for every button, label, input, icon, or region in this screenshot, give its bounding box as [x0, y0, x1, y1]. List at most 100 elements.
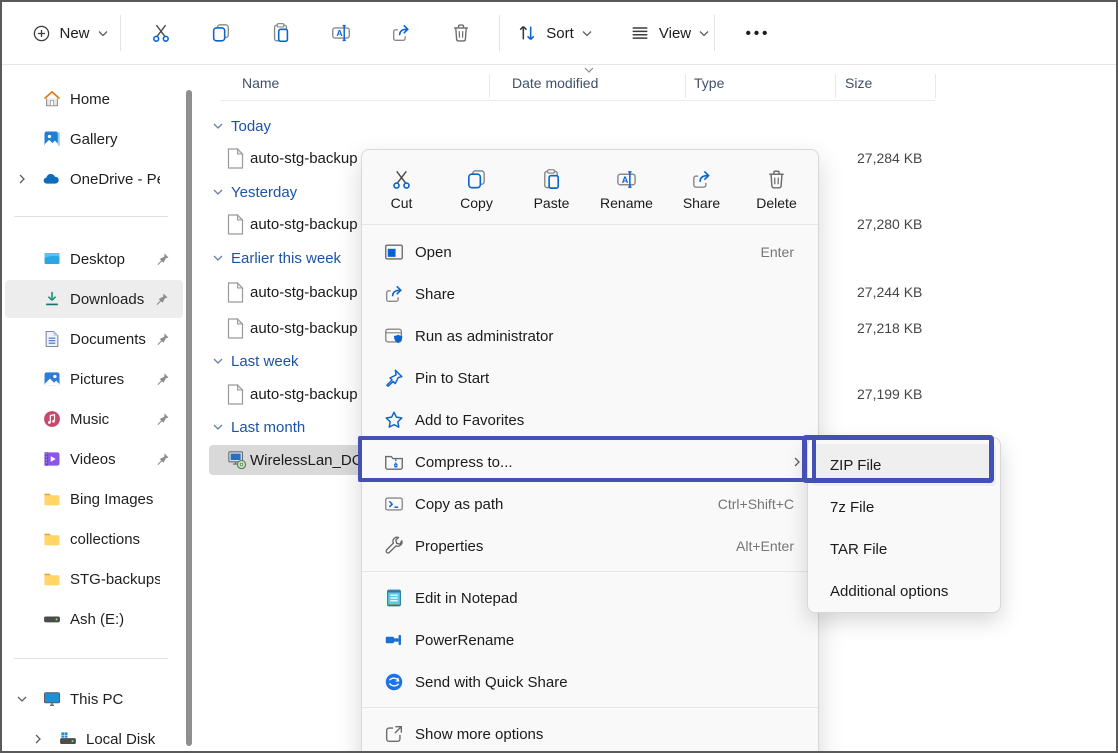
menu-item-send-with-quick-share[interactable]: Send with Quick Share [362, 661, 818, 703]
delete-menu-button[interactable]: Delete [739, 158, 814, 220]
sidebar-item-gallery[interactable]: Gallery [2, 120, 184, 158]
column-separator[interactable] [685, 74, 686, 98]
file-icon [227, 383, 244, 405]
chevron-down-icon [17, 696, 27, 702]
file-icon [227, 317, 244, 339]
submenu-item-tar-file[interactable]: TAR File [812, 528, 996, 570]
rename-menu-button[interactable]: A Rename [589, 158, 664, 220]
sidebar-item-music[interactable]: Music [2, 400, 184, 438]
sidebar-item-home[interactable]: Home [2, 80, 184, 118]
view-button[interactable]: View [622, 12, 716, 54]
file-name: auto-stg-backup [250, 319, 358, 337]
group-label: Last week [231, 352, 299, 370]
documents-icon [45, 330, 59, 348]
notepad-icon [387, 589, 401, 607]
menu-item-show-more-options[interactable]: Show more options [362, 713, 818, 751]
column-header-type[interactable]: Type [694, 75, 724, 91]
share-icon [693, 170, 710, 188]
menu-item-open[interactable]: Open Enter [362, 231, 818, 273]
onedrive-icon [43, 174, 59, 184]
column-header-name[interactable]: Name [242, 75, 279, 91]
sidebar-item-documents[interactable]: Documents [2, 320, 184, 358]
sidebar-scrollbar[interactable] [186, 90, 192, 746]
star-icon [385, 411, 403, 428]
file-explorer-window: New A Sort View ••• Home Gallery OneDriv… [0, 0, 1118, 753]
copy-button[interactable] [204, 12, 238, 54]
column-header-size[interactable]: Size [845, 75, 872, 91]
home-icon [43, 90, 61, 107]
menu-item-shortcut: Alt+Enter [736, 538, 794, 554]
quick-actions-row: Cut Copy Paste A Rename Share Delete [364, 158, 814, 220]
installer-file-icon [228, 451, 247, 470]
sidebar-item-label: Desktop [70, 250, 126, 268]
quick-share-icon [385, 673, 403, 691]
quick-action-label: Paste [533, 194, 570, 211]
menu-item-pin-to-start[interactable]: Pin to Start [362, 357, 818, 399]
quick-action-label: Share [682, 194, 721, 211]
navigation-pane: Home Gallery OneDrive - Pers Desktop Dow… [2, 66, 196, 751]
delete-icon [454, 24, 468, 42]
menu-item-edit-in-notepad[interactable]: Edit in Notepad [362, 577, 818, 619]
admin-shield-icon [385, 328, 403, 344]
column-separator[interactable] [835, 74, 836, 98]
new-button[interactable]: New [22, 12, 118, 54]
paste-menu-button[interactable]: Paste [514, 158, 589, 220]
menu-item-shortcut: Enter [760, 244, 794, 260]
delete-icon [769, 170, 784, 189]
delete-button[interactable] [444, 12, 478, 54]
copy-menu-button[interactable]: Copy [439, 158, 514, 220]
sidebar-item-label: collections [70, 530, 141, 548]
submenu-chevron-icon [794, 457, 800, 467]
plus-circle-icon [34, 25, 50, 41]
group-label: Yesterday [231, 183, 298, 201]
submenu-item-7z-file[interactable]: 7z File [812, 486, 996, 528]
cut-menu-button[interactable]: Cut [364, 158, 439, 220]
sidebar-item-collections[interactable]: collections [2, 520, 184, 558]
see-more-label: ••• [745, 24, 771, 42]
see-more-button[interactable]: ••• [735, 12, 781, 54]
column-separator[interactable] [935, 74, 936, 98]
downloads-icon [46, 291, 58, 306]
sidebar-item-videos[interactable]: Videos [2, 440, 184, 478]
menu-item-share[interactable]: Share [362, 273, 818, 315]
svg-text:A: A [622, 174, 629, 184]
sidebar-item-bing-images[interactable]: Bing Images [2, 480, 184, 518]
sidebar-item-label: OneDrive - Pers [70, 170, 160, 188]
pin-icon [157, 413, 169, 425]
sidebar-item-onedrive[interactable]: OneDrive - Pers [2, 160, 184, 198]
share-button[interactable] [384, 12, 418, 54]
file-size: 27,284 KB [857, 150, 923, 166]
menu-item-label: PowerRename [415, 631, 515, 649]
file-size: 27,218 KB [857, 320, 923, 336]
menu-item-properties[interactable]: Properties Alt+Enter [362, 525, 818, 567]
sort-button-label: Sort [546, 24, 574, 42]
submenu-item-zip-file[interactable]: ZIP File [812, 444, 996, 486]
chevron-down-icon [98, 30, 107, 36]
paste-button[interactable] [264, 12, 298, 54]
column-separator[interactable] [489, 74, 490, 98]
menu-item-label: Share [415, 285, 456, 303]
column-header-date-modified[interactable]: Date modified [512, 75, 598, 91]
cut-icon [393, 170, 410, 189]
share-menu-button[interactable]: Share [664, 158, 739, 220]
sidebar-item-stg-backups[interactable]: STG-backups-Fl [2, 560, 184, 598]
menu-item-powerrename[interactable]: PowerRename [362, 619, 818, 661]
file-icon [227, 281, 244, 303]
menu-item-copy-as-path[interactable]: Copy as path Ctrl+Shift+C [362, 483, 818, 525]
sort-button[interactable]: Sort [508, 12, 600, 54]
sidebar-item-downloads[interactable]: Downloads [5, 280, 183, 318]
rename-button[interactable]: A [324, 12, 358, 54]
submenu-item-additional-options[interactable]: Additional options [812, 570, 996, 612]
sidebar-item-pictures[interactable]: Pictures [2, 360, 184, 398]
sidebar-item-desktop[interactable]: Desktop [2, 240, 184, 278]
menu-item-add-to-favorites[interactable]: Add to Favorites [362, 399, 818, 441]
menu-item-compress-to[interactable]: Compress to... [362, 441, 818, 483]
sidebar-item-ash-drive[interactable]: Ash (E:) [2, 600, 184, 638]
desktop-icon [44, 253, 60, 264]
sidebar-item-local-disk-c[interactable]: Local Disk (C:) [2, 720, 184, 751]
sidebar-item-this-pc[interactable]: This PC [2, 680, 184, 718]
menu-item-run-as-administrator[interactable]: Run as administrator [362, 315, 818, 357]
folder-icon [44, 533, 60, 546]
file-size: 27,280 KB [857, 216, 923, 232]
cut-button[interactable] [144, 12, 178, 54]
